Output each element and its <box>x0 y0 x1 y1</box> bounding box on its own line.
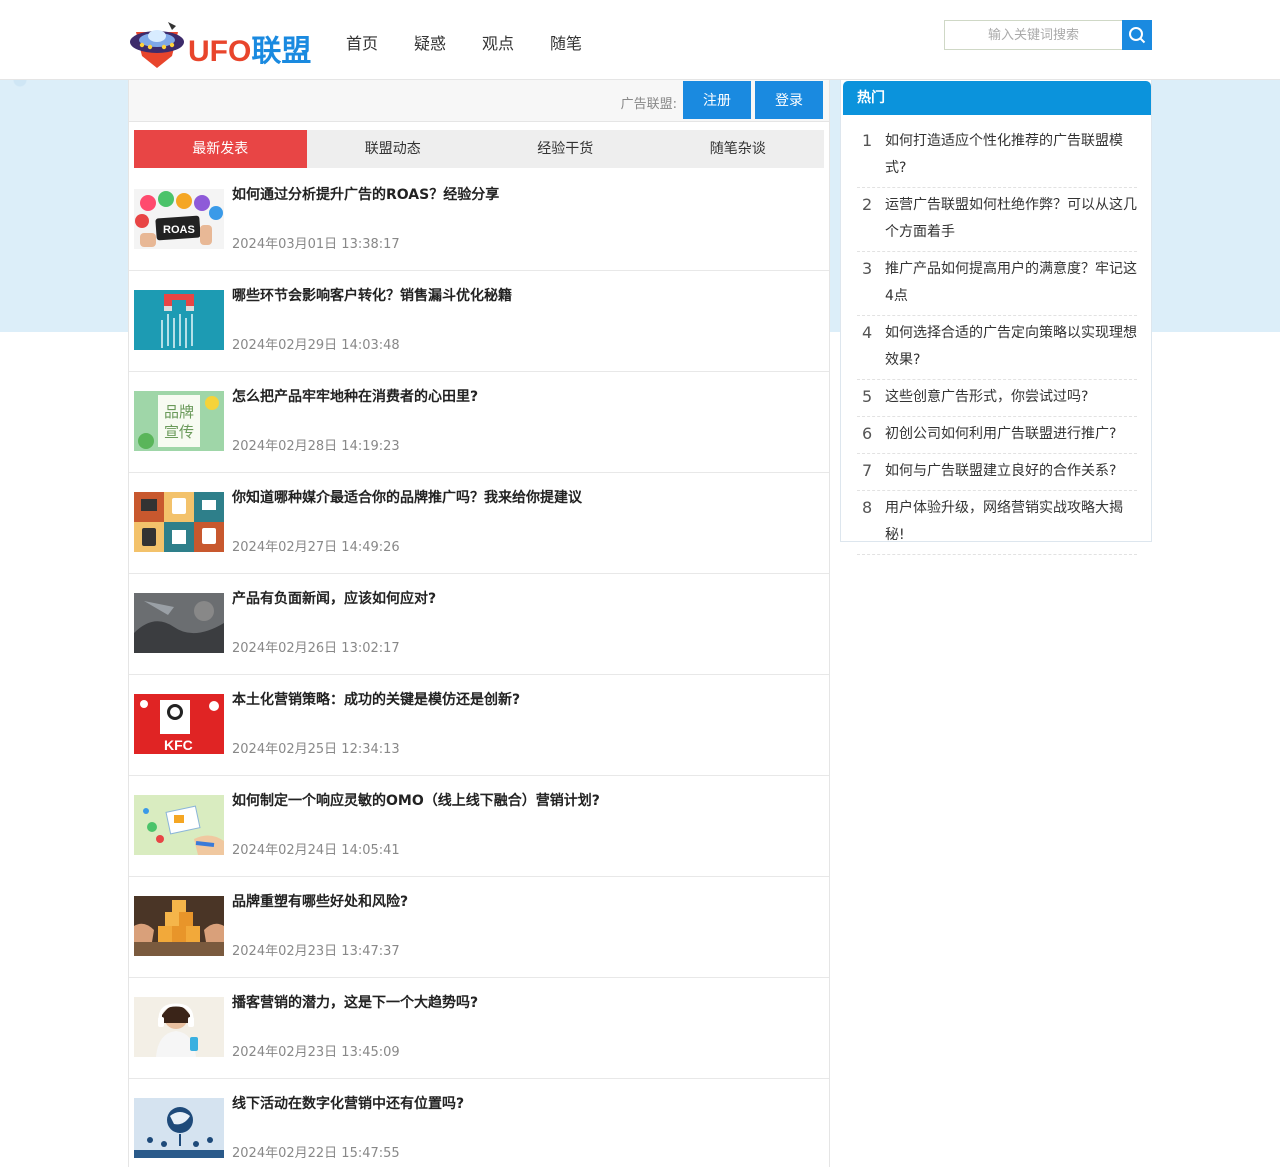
tab-essays[interactable]: 随笔杂谈 <box>652 130 825 168</box>
category-tabs: 最新发表 联盟动态 经验干货 随笔杂谈 <box>134 130 824 168</box>
tab-experience[interactable]: 经验干货 <box>479 130 652 168</box>
hot-item-link[interactable]: 如何与广告联盟建立良好的合作关系? <box>885 458 1137 485</box>
article-title[interactable]: 播客营销的潜力，这是下一个大趋势吗? <box>232 992 478 1012</box>
hot-item[interactable]: 1 如何打造适应个性化推荐的广告联盟模式? <box>857 124 1137 188</box>
article-date: 2024年03月01日 13:38:17 <box>232 237 400 252</box>
hot-item-rank: 2 <box>862 195 873 214</box>
main-nav: 首页 疑惑 观点 随笔 <box>346 30 618 54</box>
article-date: 2024年02月24日 14:05:41 <box>232 843 400 858</box>
hot-item[interactable]: 5 这些创意广告形式，你尝试过吗? <box>857 380 1137 417</box>
hot-item-link[interactable]: 如何选择合适的广告定向策略以实现理想效果? <box>885 320 1137 374</box>
site-logo[interactable]: UFO联盟 <box>128 18 328 70</box>
hot-item-link[interactable]: 初创公司如何利用广告联盟进行推广? <box>885 421 1137 448</box>
article-date: 2024年02月26日 13:02:17 <box>232 641 400 656</box>
article-item: KFC 本土化营销策略：成功的关键是模仿还是创新? 2024年02月25日 12… <box>129 675 829 776</box>
search-box <box>944 20 1152 50</box>
article-title[interactable]: 怎么把产品牢牢地种在消费者的心田里? <box>232 386 478 406</box>
ufo-logo-icon <box>130 22 184 68</box>
hot-item-rank: 5 <box>862 387 873 406</box>
hot-sidebar: 热门 1 如何打造适应个性化推荐的广告联盟模式? 2 运营广告联盟如何杜绝作弊？可以… <box>840 80 1152 555</box>
article-item: 品牌重塑有哪些好处和风险? 2024年02月23日 13:47:37 <box>129 877 829 978</box>
hot-item[interactable]: 6 初创公司如何利用广告联盟进行推广? <box>857 417 1137 454</box>
thumb-brand-text: 品牌 <box>164 403 194 421</box>
article-date: 2024年02月23日 13:45:09 <box>232 1045 400 1060</box>
article-thumbnail[interactable] <box>134 1098 224 1158</box>
hot-item-rank: 4 <box>862 323 873 342</box>
search-input[interactable] <box>944 20 1122 50</box>
article-thumbnail[interactable] <box>134 593 224 653</box>
article-thumbnail[interactable]: 品牌 宣传 <box>134 391 224 451</box>
article-date: 2024年02月29日 14:03:48 <box>232 338 400 353</box>
hot-list: 1 如何打造适应个性化推荐的广告联盟模式? 2 运营广告联盟如何杜绝作弊？可以从这几… <box>857 124 1137 555</box>
hot-item-rank: 7 <box>862 461 873 480</box>
article-thumbnail[interactable] <box>134 795 224 855</box>
article-date: 2024年02月28日 14:19:23 <box>232 439 400 454</box>
search-button[interactable] <box>1122 20 1152 50</box>
logo-ufo-text: UFO <box>188 35 252 68</box>
article-title[interactable]: 如何通过分析提升广告的ROAS？经验分享 <box>232 184 499 204</box>
hot-item-rank: 3 <box>862 259 873 278</box>
article-date: 2024年02月22日 15:47:55 <box>232 1146 400 1161</box>
hot-item[interactable]: 2 运营广告联盟如何杜绝作弊？可以从这几个方面着手 <box>857 188 1137 252</box>
article-date: 2024年02月23日 13:47:37 <box>232 944 400 959</box>
article-item: 产品有负面新闻，应该如何应对? 2024年02月26日 13:02:17 <box>129 574 829 675</box>
article-thumbnail[interactable]: ROAS <box>134 189 224 249</box>
article-title[interactable]: 品牌重塑有哪些好处和风险? <box>232 891 408 911</box>
nav-essays[interactable]: 随笔 <box>550 30 582 54</box>
hot-sidebar-title: 热门 <box>843 81 1151 115</box>
hot-item[interactable]: 7 如何与广告联盟建立良好的合作关系? <box>857 454 1137 491</box>
article-thumbnail[interactable] <box>134 290 224 350</box>
svg-text:宣传: 宣传 <box>164 423 194 441</box>
hot-item-link[interactable]: 推广产品如何提高用户的满意度？牢记这4点 <box>885 256 1137 310</box>
article-title[interactable]: 本土化营销策略：成功的关键是模仿还是创新? <box>232 689 520 709</box>
article-title[interactable]: 产品有负面新闻，应该如何应对? <box>232 588 436 608</box>
hot-item[interactable]: 3 推广产品如何提高用户的满意度？牢记这4点 <box>857 252 1137 316</box>
article-item: 你知道哪种媒介最适合你的品牌推广吗？我来给你提建议 2024年02月27日 14… <box>129 473 829 574</box>
hot-item[interactable]: 8 用户体验升级，网络营销实战攻略大揭秘! <box>857 491 1137 555</box>
ad-alliance-label: 广告联盟: <box>620 97 677 112</box>
tab-alliance-news[interactable]: 联盟动态 <box>307 130 480 168</box>
nav-questions[interactable]: 疑惑 <box>414 30 446 54</box>
article-item: 品牌 宣传 怎么把产品牢牢地种在消费者的心田里? 2024年02月28日 14:… <box>129 372 829 473</box>
login-button[interactable]: 登录 <box>755 81 823 119</box>
article-thumbnail[interactable]: KFC <box>134 694 224 754</box>
hot-item-rank: 8 <box>862 498 873 517</box>
logo-lianmeng-text: 联盟 <box>251 35 312 68</box>
article-title[interactable]: 哪些环节会影响客户转化？销售漏斗优化秘籍 <box>232 285 512 305</box>
search-icon <box>1129 27 1146 44</box>
hot-item-link[interactable]: 如何打造适应个性化推荐的广告联盟模式? <box>885 128 1137 182</box>
article-thumbnail[interactable] <box>134 997 224 1057</box>
nav-opinions[interactable]: 观点 <box>482 30 514 54</box>
tab-latest[interactable]: 最新发表 <box>134 130 307 168</box>
article-list: ROAS 如何通过分析提升广告的ROAS？经验分享 2024年03月01日 13… <box>129 170 829 1167</box>
hot-item-link[interactable]: 这些创意广告形式，你尝试过吗? <box>885 384 1137 411</box>
article-thumbnail[interactable] <box>134 492 224 552</box>
hot-item[interactable]: 4 如何选择合适的广告定向策略以实现理想效果? <box>857 316 1137 380</box>
hot-item-link[interactable]: 运营广告联盟如何杜绝作弊？可以从这几个方面着手 <box>885 192 1137 246</box>
site-header: UFO联盟 首页 疑惑 观点 随笔 <box>0 0 1280 80</box>
hot-item-rank: 1 <box>862 131 873 150</box>
topbar: 广告联盟: 注册 登录 <box>129 80 829 122</box>
article-date: 2024年02月27日 14:49:26 <box>232 540 400 555</box>
register-button[interactable]: 注册 <box>683 81 751 119</box>
article-item: 线下活动在数字化营销中还有位置吗? 2024年02月22日 15:47:55 <box>129 1079 829 1167</box>
article-item: ROAS 如何通过分析提升广告的ROAS？经验分享 2024年03月01日 13… <box>129 170 829 271</box>
hot-item-link[interactable]: 用户体验升级，网络营销实战攻略大揭秘! <box>885 495 1137 549</box>
main-column: 广告联盟: 注册 登录 最新发表 联盟动态 经验干货 随笔杂谈 ROAS 如何通… <box>128 80 830 1167</box>
article-title[interactable]: 你知道哪种媒介最适合你的品牌推广吗？我来给你提建议 <box>232 487 582 507</box>
article-title[interactable]: 如何制定一个响应灵敏的OMO（线上线下融合）营销计划? <box>232 790 600 810</box>
article-thumbnail[interactable] <box>134 896 224 956</box>
article-item: 播客营销的潜力，这是下一个大趋势吗? 2024年02月23日 13:45:09 <box>129 978 829 1079</box>
article-date: 2024年02月25日 12:34:13 <box>232 742 400 757</box>
article-item: 如何制定一个响应灵敏的OMO（线上线下融合）营销计划? 2024年02月24日 … <box>129 776 829 877</box>
thumb-roas-text: ROAS <box>163 224 195 236</box>
article-item: 哪些环节会影响客户转化？销售漏斗优化秘籍 2024年02月29日 14:03:4… <box>129 271 829 372</box>
nav-home[interactable]: 首页 <box>346 30 378 54</box>
article-title[interactable]: 线下活动在数字化营销中还有位置吗? <box>232 1093 464 1113</box>
thumb-kfc-text: KFC <box>164 737 193 753</box>
hot-item-rank: 6 <box>862 424 873 443</box>
